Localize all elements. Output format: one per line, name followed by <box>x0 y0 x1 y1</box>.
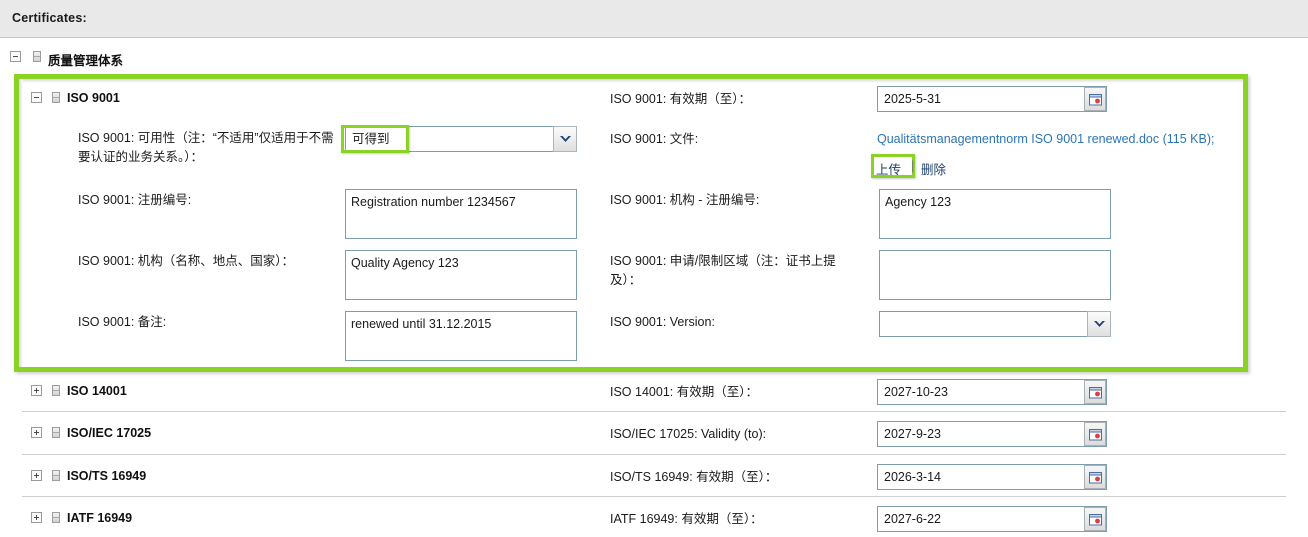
document-icon <box>52 470 60 481</box>
action-separator: | <box>911 159 915 173</box>
tree-expander-iso-iec-17025[interactable] <box>31 427 42 438</box>
validity-date-input[interactable] <box>877 379 1107 405</box>
label-validity: ISO 14001: 有效期（至）： <box>610 385 758 399</box>
document-icon <box>52 512 60 523</box>
validity-date-field[interactable] <box>877 379 1107 405</box>
label-availability: ISO 9001: 可用性（注：“不适用”仅适用于不需要认证的业务关系。）： <box>78 131 334 164</box>
row-divider <box>22 496 1286 497</box>
upload-link[interactable]: 上传 <box>876 159 901 178</box>
page-header: Certificates: <box>0 0 1308 38</box>
document-icon-iso9001 <box>52 92 60 103</box>
availability-select[interactable]: 可得到 <box>345 126 577 152</box>
tree-node-label: ISO/IEC 17025 <box>67 426 152 440</box>
remarks-input[interactable] <box>345 311 577 361</box>
label-registration-number: ISO 9001: 注册编号: <box>78 193 192 207</box>
tree-node-label: IATF 16949 <box>67 511 133 525</box>
tree-node-label-iso9001: ISO 9001 <box>67 91 120 105</box>
tree-expander-root[interactable] <box>10 51 21 62</box>
version-select-value <box>879 311 1087 337</box>
label-version: ISO 9001: Version: <box>610 315 715 329</box>
validity-date-field[interactable] <box>877 464 1107 490</box>
page-title: Certificates: <box>12 11 87 25</box>
tree-expander-iso-ts-16949[interactable] <box>31 470 42 481</box>
label-validity: ISO/TS 16949: 有效期（至）： <box>610 470 778 484</box>
frame-shade-top <box>19 79 1243 83</box>
chevron-down-icon[interactable] <box>553 126 577 152</box>
tree-expander-iatf-16949[interactable] <box>31 512 42 523</box>
frame-shade-left <box>19 79 23 367</box>
validity-date-input[interactable] <box>877 421 1107 447</box>
agency-input[interactable] <box>345 250 577 300</box>
label-agency-registration-number: ISO 9001: 机构 - 注册编号: <box>610 193 760 207</box>
document-file-link[interactable]: Qualitätsmanagementnorm ISO 9001 renewed… <box>877 132 1214 146</box>
validity-date-input[interactable] <box>877 506 1107 532</box>
calendar-icon[interactable] <box>1084 87 1106 111</box>
validity-date-input[interactable] <box>877 464 1107 490</box>
availability-select-value: 可得到 <box>345 126 553 152</box>
tree-node-label: ISO 14001 <box>67 384 127 398</box>
label-scope: ISO 9001: 申请/限制区域（注：证书上提及）： <box>610 254 836 287</box>
delete-link[interactable]: 删除 <box>921 159 946 178</box>
label-remarks: ISO 9001: 备注: <box>78 315 167 329</box>
label-validity: IATF 16949: 有效期（至）： <box>610 512 763 526</box>
registration-number-input[interactable] <box>345 189 577 239</box>
label-agency: ISO 9001: 机构（名称、地点、国家）： <box>78 254 295 268</box>
validity-date-field[interactable] <box>877 421 1107 447</box>
calendar-icon[interactable] <box>1084 422 1106 446</box>
label-validity: ISO/IEC 17025: Validity (to): <box>610 427 767 441</box>
calendar-icon[interactable] <box>1084 465 1106 489</box>
agency-registration-number-input[interactable] <box>879 189 1111 239</box>
certificates-page: Certificates: 质量管理体系 ISO 9001 ISO 9001: … <box>0 0 1308 537</box>
tree-node-label: ISO/TS 16949 <box>67 469 147 483</box>
validity-date-field[interactable] <box>877 86 1107 112</box>
validity-date-field[interactable] <box>877 506 1107 532</box>
tree-node-label-root: 质量管理体系 <box>48 54 124 68</box>
document-icon <box>52 427 60 438</box>
tree-expander-iso9001[interactable] <box>31 92 42 103</box>
calendar-icon[interactable] <box>1084 380 1106 404</box>
version-select[interactable] <box>879 311 1111 337</box>
calendar-icon[interactable] <box>1084 507 1106 531</box>
document-icon <box>52 385 60 396</box>
label-validity: ISO 9001: 有效期（至）： <box>610 92 752 106</box>
label-documents: ISO 9001: 文件: <box>610 132 699 146</box>
row-divider <box>22 411 1286 412</box>
scope-input[interactable] <box>879 250 1111 300</box>
document-icon <box>33 51 41 62</box>
row-divider <box>22 454 1286 455</box>
chevron-down-icon-version[interactable] <box>1087 311 1111 337</box>
validity-date-input[interactable] <box>877 86 1107 112</box>
tree-expander-iso-14001[interactable] <box>31 385 42 396</box>
